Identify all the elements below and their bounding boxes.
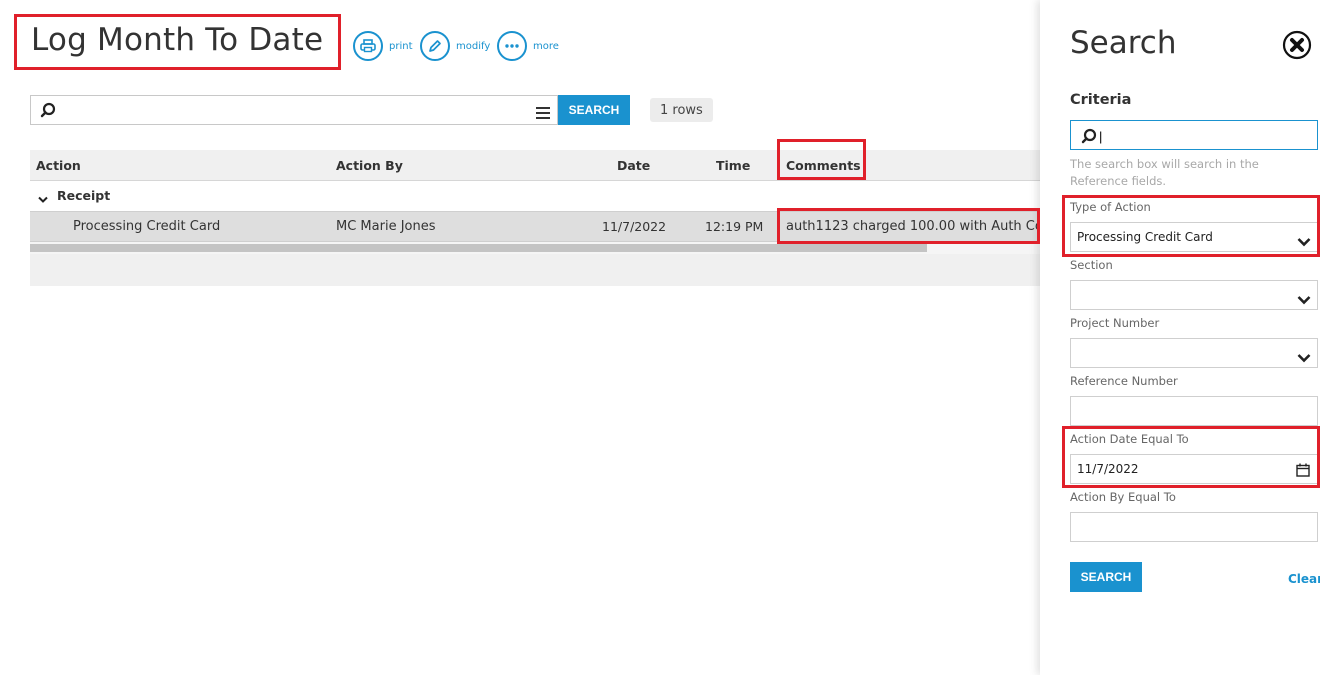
search-panel: Search Criteria The search box will sear… (1040, 0, 1320, 675)
project-number-label: Project Number (1070, 316, 1160, 330)
chevron-down-icon (1297, 290, 1311, 309)
search-icon (1081, 128, 1097, 148)
grid-search-box (30, 95, 558, 125)
search-icon (40, 102, 56, 122)
group-label: Receipt (57, 188, 111, 203)
more-label: more (533, 40, 559, 52)
grid-search-button[interactable]: SEARCH (558, 95, 630, 125)
clear-link[interactable]: Clear (1288, 572, 1320, 586)
type-of-action-select[interactable]: Processing Credit Card (1070, 222, 1318, 252)
cell-time: 12:19 PM (705, 219, 764, 234)
grid-header: Action Action By Date Time Comments (30, 150, 1040, 181)
chevron-down-icon[interactable] (38, 192, 48, 207)
table-row[interactable]: Processing Credit Card MC Marie Jones 11… (30, 211, 1059, 242)
cell-date: 11/7/2022 (602, 219, 667, 234)
column-header-action-by[interactable]: Action By (336, 158, 403, 173)
type-of-action-label: Type of Action (1070, 200, 1151, 214)
modify-label: modify (456, 40, 491, 52)
more-button[interactable]: more (497, 31, 559, 61)
action-date-field[interactable]: 11/7/2022 (1070, 454, 1318, 484)
group-row[interactable]: Receipt (30, 181, 1040, 211)
action-by-label: Action By Equal To (1070, 490, 1176, 504)
pencil-icon (420, 31, 450, 61)
modify-button[interactable]: modify (420, 31, 490, 61)
criteria-label: Criteria (1070, 92, 1132, 108)
column-header-comments[interactable]: Comments (786, 158, 861, 173)
column-menu-icon[interactable] (536, 104, 550, 123)
grid-footer (30, 254, 1040, 286)
section-select[interactable] (1070, 280, 1318, 310)
reference-number-label: Reference Number (1070, 374, 1178, 388)
column-header-time[interactable]: Time (716, 158, 750, 173)
reference-number-field[interactable] (1070, 396, 1318, 426)
column-header-date[interactable]: Date (617, 158, 650, 173)
more-dots-icon (497, 31, 527, 61)
close-icon[interactable] (1282, 30, 1312, 60)
section-label: Section (1070, 258, 1113, 272)
scrollbar-thumb[interactable] (30, 244, 927, 252)
criteria-hint: The search box will search in the Refere… (1070, 157, 1259, 188)
criteria-search-box (1070, 120, 1318, 150)
column-header-action[interactable]: Action (36, 158, 81, 173)
panel-search-button[interactable]: SEARCH (1070, 562, 1142, 592)
print-icon (353, 31, 383, 61)
chevron-down-icon (1297, 232, 1311, 251)
grid-search-input[interactable] (59, 100, 529, 120)
cell-comments: auth1123 charged 100.00 with Auth Code (786, 219, 1060, 234)
action-date-value: 11/7/2022 (1077, 462, 1139, 476)
chevron-down-icon (1297, 348, 1311, 367)
criteria-search-input[interactable] (1099, 126, 1309, 146)
cell-action: Processing Credit Card (73, 219, 221, 234)
print-button[interactable]: print (353, 31, 413, 61)
calendar-icon[interactable] (1296, 462, 1310, 481)
rows-count-badge: 1 rows (650, 98, 713, 122)
action-date-label: Action Date Equal To (1070, 432, 1189, 446)
action-by-field[interactable] (1070, 512, 1318, 542)
type-of-action-value: Processing Credit Card (1077, 230, 1213, 244)
page-title: Log Month To Date (31, 22, 324, 58)
print-label: print (389, 40, 413, 52)
project-number-select[interactable] (1070, 338, 1318, 368)
horizontal-scrollbar[interactable] (30, 242, 1040, 254)
panel-title: Search (1070, 25, 1177, 61)
cell-action-by: MC Marie Jones (336, 219, 436, 234)
